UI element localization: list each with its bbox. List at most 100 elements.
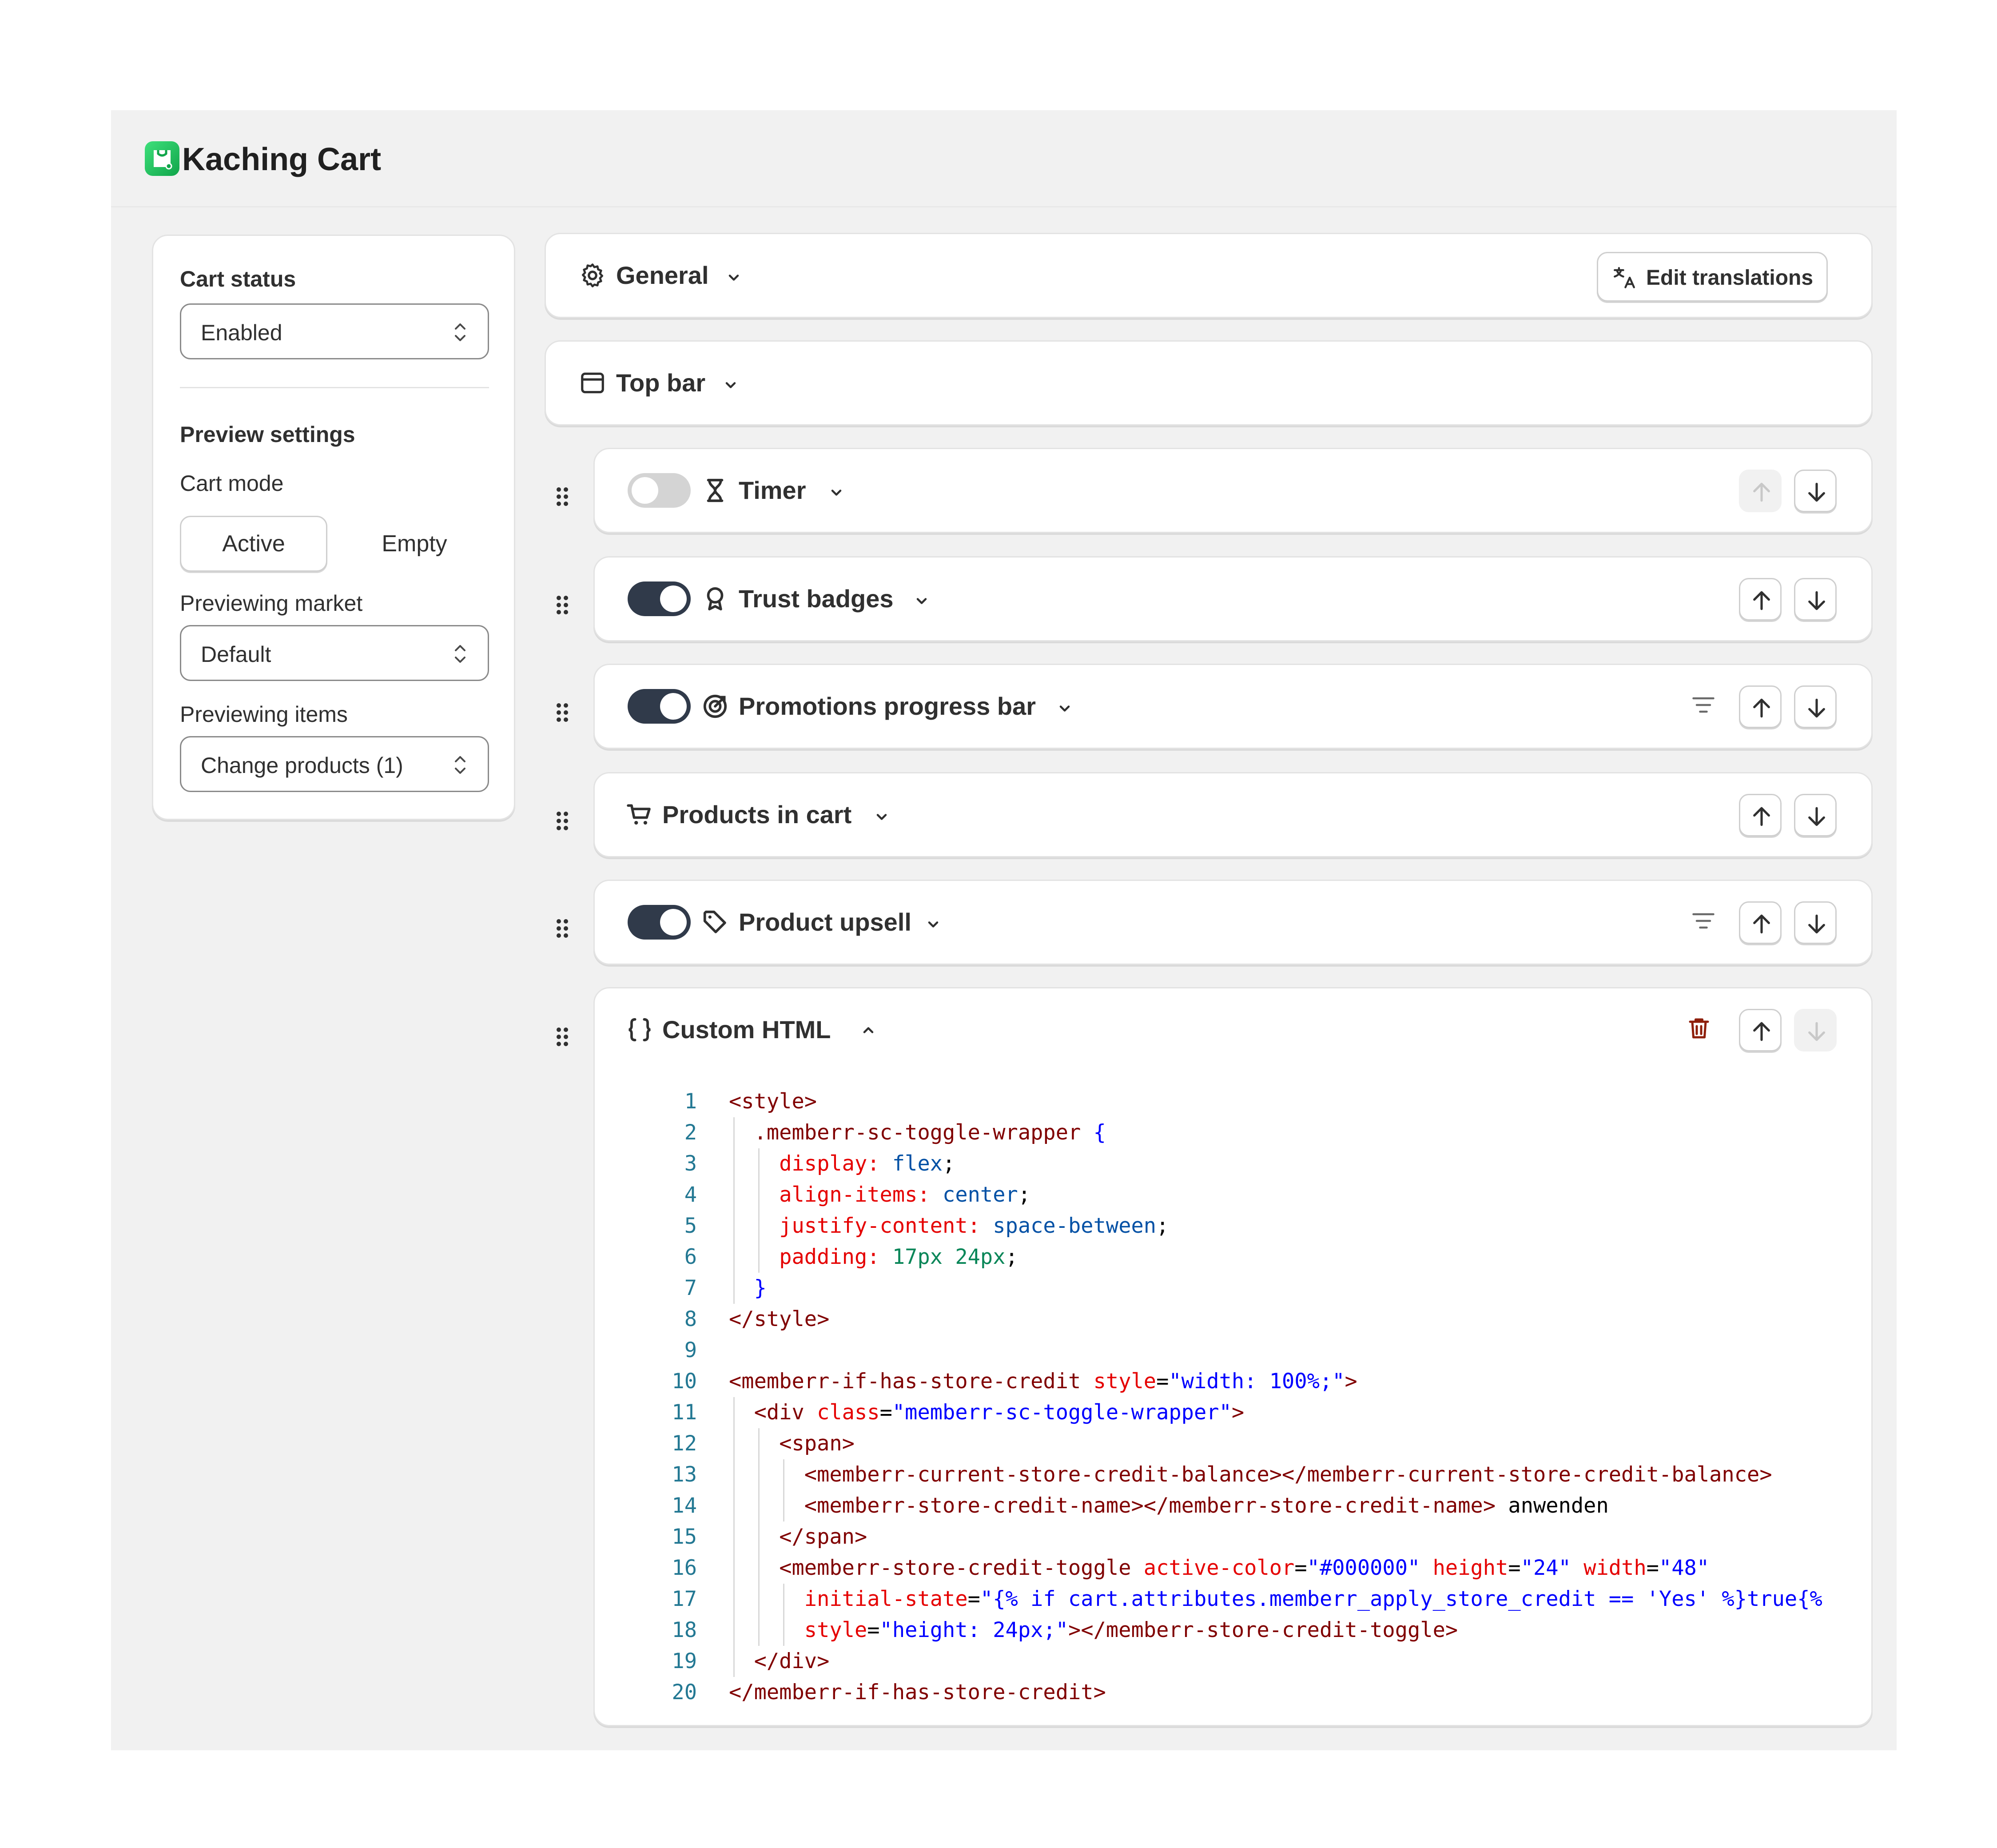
line-number: 12 xyxy=(672,1431,697,1456)
move-up-button[interactable] xyxy=(1739,470,1782,512)
chevron-down-icon[interactable] xyxy=(874,809,890,825)
timer-section[interactable]: Timer xyxy=(593,448,1873,533)
previewing-market-label: Previewing market xyxy=(180,591,363,616)
product-upsell-toggle[interactable] xyxy=(628,905,691,940)
select-chevron-icon xyxy=(455,645,465,663)
cart-status-select[interactable]: Enabled xyxy=(180,303,489,359)
move-down-button[interactable] xyxy=(1794,685,1837,728)
edit-translations-label: Edit translations xyxy=(1646,266,1814,290)
product-upsell-section[interactable]: Product upsell xyxy=(593,880,1873,965)
cart-mode-empty-button[interactable]: Empty xyxy=(340,516,489,572)
trust-badges-toggle[interactable] xyxy=(628,581,691,616)
gear-icon xyxy=(581,263,604,287)
chevron-down-icon[interactable] xyxy=(1057,701,1073,717)
chevron-down-icon[interactable] xyxy=(726,270,742,286)
move-down-button[interactable] xyxy=(1794,578,1837,621)
previewing-items-value: Change products (1) xyxy=(201,753,403,778)
code-text: <div class="memberr-sc-toggle-wrapper"> xyxy=(754,1400,1245,1425)
code-braces-icon xyxy=(629,1018,651,1042)
panel-divider xyxy=(180,387,489,388)
promotions-title: Promotions progress bar xyxy=(739,692,1036,720)
line-number: 1 xyxy=(684,1089,697,1114)
timer-toggle[interactable] xyxy=(628,473,691,508)
line-number: 15 xyxy=(672,1525,697,1549)
hourglass-icon xyxy=(707,478,724,502)
previewing-items-select[interactable]: Change products (1) xyxy=(180,736,489,792)
move-down-button[interactable] xyxy=(1794,1009,1837,1051)
line-number: 10 xyxy=(672,1369,697,1394)
previewing-market-select[interactable]: Default xyxy=(180,625,489,681)
general-title: General xyxy=(616,261,709,289)
chevron-down-icon[interactable] xyxy=(828,485,844,501)
cart-icon xyxy=(627,804,651,825)
top-bar-title: Top bar xyxy=(616,369,706,397)
promotions-toggle[interactable] xyxy=(628,689,691,724)
toggle-knob xyxy=(660,585,687,612)
line-number: 20 xyxy=(672,1680,697,1705)
code-text: <style> xyxy=(729,1089,817,1114)
badge-icon xyxy=(707,587,724,611)
drag-handle-icon[interactable] xyxy=(555,1026,569,1047)
promotions-progress-bar-section[interactable]: Promotions progress bar xyxy=(593,664,1873,749)
cart-mode-active-button[interactable]: Active xyxy=(180,516,327,572)
trust-badges-title: Trust badges xyxy=(739,585,894,613)
move-down-button[interactable] xyxy=(1794,470,1837,512)
select-chevron-icon xyxy=(455,323,465,341)
tag-icon xyxy=(703,910,726,933)
trash-icon[interactable] xyxy=(1686,1015,1712,1042)
move-up-button[interactable] xyxy=(1739,578,1782,621)
line-number: 16 xyxy=(672,1556,697,1580)
edit-translations-button[interactable]: Edit translations xyxy=(1597,252,1828,302)
drag-handle-icon[interactable] xyxy=(555,918,569,939)
top-bar-section[interactable]: Top bar xyxy=(545,340,1873,426)
code-editor[interactable]: 1 <style> 2 .memberr-sc-toggle-wrapper {3 … xyxy=(621,1086,1858,1719)
drag-handle-icon[interactable] xyxy=(555,702,569,723)
code-text: <span> xyxy=(779,1431,855,1456)
arrow-down-icon xyxy=(1808,914,1825,934)
chevron-down-icon[interactable] xyxy=(723,377,739,393)
arrow-up-icon xyxy=(1753,698,1770,718)
trust-badges-section[interactable]: Trust badges xyxy=(593,556,1873,641)
general-section[interactable]: General Edit translations xyxy=(545,233,1873,318)
filter-icon[interactable] xyxy=(1690,692,1717,718)
move-up-button[interactable] xyxy=(1739,685,1782,728)
products-in-cart-title: Products in cart xyxy=(662,801,852,828)
drag-handle-icon[interactable] xyxy=(555,594,569,616)
arrow-up-icon xyxy=(1753,591,1770,610)
layout-icon xyxy=(581,372,604,394)
cart-status-value: Enabled xyxy=(201,320,282,345)
line-number: 8 xyxy=(684,1307,697,1331)
line-number: 13 xyxy=(672,1462,697,1487)
filter-icon[interactable] xyxy=(1690,908,1717,934)
chevron-down-icon[interactable] xyxy=(914,593,930,609)
custom-html-section[interactable]: Custom HTML 1 <style> 2 .memberr-sc-toggle… xyxy=(593,987,1873,1726)
code-text: .memberr-sc-toggle-wrapper { xyxy=(754,1120,1106,1145)
app-header: Kaching Cart xyxy=(111,110,1897,207)
chevron-up-icon[interactable] xyxy=(860,1022,876,1038)
line-number: 5 xyxy=(684,1214,697,1238)
move-down-button[interactable] xyxy=(1794,794,1837,836)
arrow-down-icon xyxy=(1808,591,1825,610)
preview-settings-panel: Cart status Enabled Preview settings Car… xyxy=(152,235,515,820)
arrow-down-icon xyxy=(1808,807,1825,826)
line-number: 4 xyxy=(684,1183,697,1207)
custom-html-title: Custom HTML xyxy=(662,1016,831,1043)
move-up-button[interactable] xyxy=(1739,901,1782,944)
products-in-cart-section[interactable]: Products in cart xyxy=(593,772,1873,857)
move-up-button[interactable] xyxy=(1739,794,1782,836)
move-down-button[interactable] xyxy=(1794,901,1837,944)
code-text: justify-content: space-between; xyxy=(779,1214,1169,1238)
chevron-down-icon[interactable] xyxy=(925,916,941,932)
arrow-down-icon xyxy=(1808,1022,1825,1041)
move-up-button[interactable] xyxy=(1739,1009,1782,1051)
drag-handle-icon[interactable] xyxy=(555,810,569,832)
cart-mode-label: Cart mode xyxy=(180,471,284,496)
line-number: 19 xyxy=(672,1649,697,1673)
code-text: <memberr-current-store-credit-balance></… xyxy=(804,1462,1772,1487)
line-number: 6 xyxy=(684,1245,697,1269)
line-number: 3 xyxy=(684,1151,697,1176)
drag-handle-icon[interactable] xyxy=(555,486,569,507)
line-number: 9 xyxy=(684,1338,697,1362)
line-number: 7 xyxy=(684,1276,697,1300)
target-icon xyxy=(703,694,727,718)
